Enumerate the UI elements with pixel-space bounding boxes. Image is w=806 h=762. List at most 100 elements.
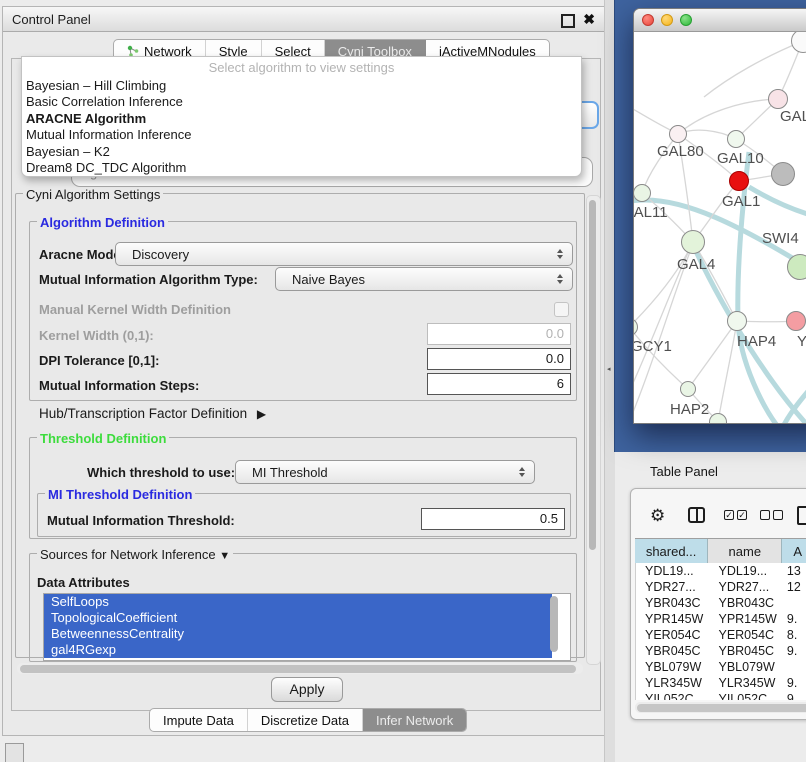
network-node[interactable]: [634, 318, 638, 336]
table-row[interactable]: YBR043CYBR043C: [636, 595, 806, 611]
data-attribute-item[interactable]: TopologicalCoefficient: [44, 610, 552, 626]
table-cell: YBL079W: [636, 659, 709, 675]
table-row[interactable]: YDL19...YDL19...13: [636, 563, 806, 579]
mi-threshold-field[interactable]: 0.5: [421, 508, 565, 530]
network-node[interactable]: [680, 381, 696, 397]
data-attributes-label: Data Attributes: [37, 575, 130, 590]
algorithm-option[interactable]: Bayesian – Hill Climbing: [22, 78, 581, 94]
network-node[interactable]: [727, 311, 747, 331]
table-row[interactable]: YER054CYER054C8.: [636, 627, 806, 643]
settings-horizontal-scrollbar[interactable]: [17, 663, 583, 674]
threshold-definition-label: Threshold Definition: [37, 431, 169, 446]
close-icon[interactable]: ✖: [583, 11, 595, 28]
sources-group-label[interactable]: Sources for Network Inference ▼: [37, 547, 233, 562]
float-window-icon[interactable]: [561, 14, 575, 28]
network-node[interactable]: [669, 125, 687, 143]
which-threshold-label: Which threshold to use:: [87, 465, 235, 480]
collapsed-panel-grip[interactable]: [5, 743, 24, 762]
settings-vertical-scrollbar[interactable]: [586, 195, 601, 665]
table-row[interactable]: YBL079WYBL079W: [636, 659, 806, 675]
aracne-mode-combobox[interactable]: Discovery: [115, 242, 573, 266]
dropdown-item-list: Bayesian – Hill ClimbingBasic Correlatio…: [22, 78, 581, 176]
apply-button[interactable]: Apply: [271, 677, 343, 702]
data-attributes-list: SelfLoopsTopologicalCoefficientBetweenne…: [43, 593, 571, 661]
network-canvas[interactable]: GALGAL80GAL10GAL1GAL11GAL4SWI4GCY1HAP4YH…: [634, 32, 806, 423]
network-window-titlebar[interactable]: [634, 9, 806, 32]
table-row[interactable]: YBR045CYBR045C9.: [636, 643, 806, 659]
expand-down-icon: ▼: [219, 550, 230, 562]
algorithm-option[interactable]: Bayesian – K2: [22, 144, 581, 160]
table-row[interactable]: YLR345WYLR345W9.: [636, 675, 806, 691]
table-cell: YDR27...: [636, 579, 709, 595]
algorithm-option[interactable]: ARACNE Algorithm: [22, 111, 581, 127]
dpi-tolerance-field[interactable]: 0.0: [427, 348, 571, 370]
table-hscroll-thumb[interactable]: [637, 704, 806, 712]
mi-threshold-group-label: MI Threshold Definition: [45, 487, 195, 502]
settings-hscroll-thumb[interactable]: [20, 665, 576, 673]
table-row[interactable]: YDR27...YDR27...12: [636, 579, 806, 595]
algorithm-option[interactable]: Basic Correlation Inference: [22, 94, 581, 110]
network-window[interactable]: GALGAL80GAL10GAL1GAL11GAL4SWI4GCY1HAP4YH…: [633, 8, 806, 424]
network-node[interactable]: [768, 89, 788, 109]
export-table-icon[interactable]: [797, 506, 806, 525]
table-cell: YDL19...: [709, 563, 783, 579]
settings-vscroll-thumb[interactable]: [589, 200, 596, 550]
gear-icon[interactable]: ⚙: [650, 506, 665, 526]
network-node[interactable]: [791, 32, 806, 53]
table-row[interactable]: YIL052CYIL052C9: [636, 691, 806, 700]
network-node[interactable]: [729, 171, 749, 191]
node-label: GAL80: [657, 143, 704, 160]
mi-type-combobox[interactable]: Naive Bayes: [275, 267, 573, 291]
data-attribute-item[interactable]: SelfLoops: [44, 594, 552, 610]
table-cell: YER054C: [636, 627, 709, 643]
tab-impute-data[interactable]: Impute Data: [150, 709, 248, 731]
table-cell: 9.: [784, 643, 806, 659]
desktop-background: GALGAL80GAL10GAL1GAL11GAL4SWI4GCY1HAP4YH…: [614, 0, 806, 452]
dpi-tolerance-label: DPI Tolerance [0,1]:: [39, 353, 159, 368]
tab-infer-network[interactable]: Infer Network: [363, 709, 466, 731]
table-cell: YLR345W: [636, 675, 709, 691]
tab-discretize-data[interactable]: Discretize Data: [248, 709, 363, 731]
zoom-traffic-icon[interactable]: [680, 14, 692, 26]
algorithm-option[interactable]: Mutual Information Inference: [22, 127, 581, 143]
table-cell: YER054C: [709, 627, 783, 643]
which-threshold-combobox[interactable]: MI Threshold: [235, 460, 535, 484]
close-traffic-icon[interactable]: [642, 14, 654, 26]
node-label: Y: [797, 333, 806, 350]
network-node[interactable]: [727, 130, 745, 148]
data-attribute-item[interactable]: BetweennessCentrality: [44, 626, 552, 642]
table-cell: 8.: [784, 627, 806, 643]
column-header-name[interactable]: name: [708, 539, 782, 563]
data-attribute-item[interactable]: gal4RGexp: [44, 642, 552, 658]
network-node[interactable]: [786, 311, 806, 331]
minimize-traffic-icon[interactable]: [661, 14, 673, 26]
network-node[interactable]: [681, 230, 705, 254]
node-label: GCY1: [634, 338, 672, 355]
control-panel-titlebar[interactable]: Control Panel ✖: [3, 7, 605, 32]
columns-icon[interactable]: [688, 507, 705, 523]
deselect-all-checkboxes-icon[interactable]: [760, 510, 786, 528]
network-node[interactable]: [709, 413, 727, 423]
kernel-width-field[interactable]: 0.0: [427, 323, 571, 345]
table-horizontal-scrollbar[interactable]: [635, 702, 806, 713]
column-header-partial[interactable]: A: [782, 539, 806, 563]
algorithm-option[interactable]: Dream8 DC_TDC Algorithm: [22, 160, 581, 176]
expand-right-icon: ▶: [257, 407, 266, 421]
select-all-checkboxes-icon[interactable]: ✓✓: [724, 510, 750, 528]
node-label: HAP4: [737, 333, 776, 350]
table-cell: 12: [784, 579, 806, 595]
network-node[interactable]: [771, 162, 795, 186]
table-panel: ⚙ ✓✓ shared... name A YDL19...YDL19...13…: [630, 488, 806, 720]
attr-list-vscroll-thumb[interactable]: [550, 596, 558, 652]
table-row[interactable]: YPR145WYPR145W9.: [636, 611, 806, 627]
manual-kernel-checkbox[interactable]: [554, 302, 569, 317]
network-node[interactable]: [787, 254, 806, 280]
network-node[interactable]: [634, 184, 651, 202]
table-cell: 13: [784, 563, 806, 579]
table-cell: YIL052C: [636, 691, 709, 700]
hub-definition-toggle[interactable]: Hub/Transcription Factor Definition ▶: [39, 406, 266, 421]
column-header-shared[interactable]: shared...: [635, 539, 708, 563]
divider-handle-icon[interactable]: ◂: [607, 365, 611, 373]
table-cell: YBR045C: [636, 643, 709, 659]
mi-steps-field[interactable]: 6: [427, 373, 571, 395]
